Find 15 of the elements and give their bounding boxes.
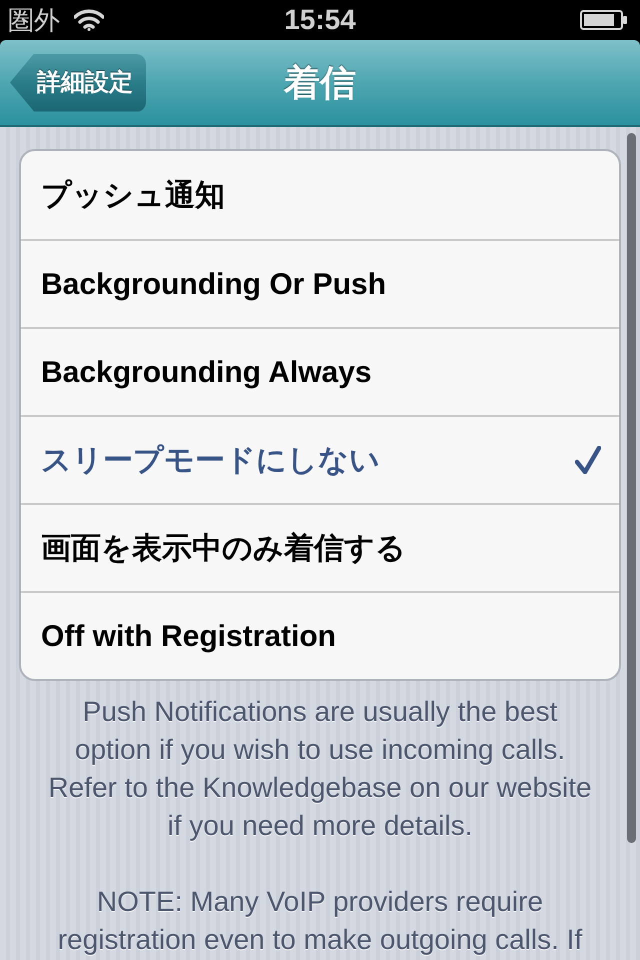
screen-title: 着信 [284, 60, 356, 104]
option-row[interactable]: プッシュ通知 [21, 151, 619, 239]
wifi-icon [74, 9, 104, 31]
option-row[interactable]: Off with Registration [21, 591, 619, 679]
option-row[interactable]: 画面を表示中のみ着信する [21, 503, 619, 591]
footer-note: Push Notifications are usually the best option if you wish to use incoming calls. Refer to the Knowledgebase on our website if you need more details. [48, 695, 592, 843]
battery-icon [580, 10, 628, 30]
clock-time: 15:54 [284, 6, 356, 34]
option-row[interactable]: Backgrounding Always [21, 327, 619, 415]
footer-note: NOTE: Many VoIP providers require registration even to make outgoing calls. If [58, 885, 582, 957]
checkmark-icon [575, 446, 601, 474]
back-button[interactable]: 詳細設定 [10, 54, 146, 112]
carrier-label: 圏外 [8, 7, 60, 33]
option-row[interactable]: Backgrounding Or Push [21, 239, 619, 327]
option-row[interactable]: スリープモードにしない [21, 415, 619, 503]
